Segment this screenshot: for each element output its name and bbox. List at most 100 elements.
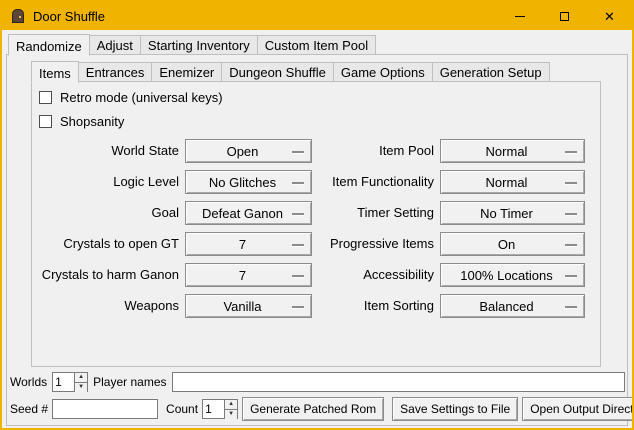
world-state-label: World State [35,139,185,163]
items-pane: Retro mode (universal keys) Shopsanity W… [31,81,601,367]
tab-game-options[interactable]: Game Options [333,62,433,82]
seed-row: Seed # Count ▲ ▼ Generate Patched Rom Sa… [10,396,625,422]
dropdown-indicator-icon [292,306,304,308]
retro-mode-checkbox[interactable] [39,91,52,104]
save-settings-button[interactable]: Save Settings to File [392,397,518,421]
player-names-input[interactable] [172,372,626,392]
tab-adjust[interactable]: Adjust [89,35,141,55]
outer-tab-strip: Randomize Adjust Starting Inventory Cust… [8,32,375,55]
tab-items[interactable]: Items [31,61,79,83]
count-label: Count [166,402,198,416]
dropdown-indicator-icon [292,244,304,246]
dropdown-indicator-icon [292,182,304,184]
world-state-value: Open [227,144,271,159]
dropdown-indicator-icon [565,244,577,246]
item-sorting-value: Balanced [479,299,545,314]
maximize-button[interactable] [542,2,587,30]
minimize-button[interactable] [497,2,542,30]
item-functionality-label: Item Functionality [312,170,440,194]
dropdown-indicator-icon [565,213,577,215]
titlebar[interactable]: Door Shuffle ✕ [2,2,632,30]
goal-label: Goal [35,201,185,225]
retro-mode-label: Retro mode (universal keys) [60,90,223,105]
player-names-label: Player names [93,375,166,389]
spin-down-icon[interactable]: ▼ [75,383,87,392]
world-state-dropdown[interactable]: Open [185,139,312,163]
item-sorting-label: Item Sorting [312,294,440,318]
spin-down-icon[interactable]: ▼ [225,410,237,419]
crystals-gt-label: Crystals to open GT [35,232,185,256]
maximize-icon [560,12,569,21]
count-input[interactable] [203,400,224,418]
progressive-items-label: Progressive Items [312,232,440,256]
item-functionality-dropdown[interactable]: Normal [440,170,585,194]
logic-level-label: Logic Level [35,170,185,194]
worlds-row: Worlds ▲ ▼ Player names [10,371,625,393]
timer-setting-value: No Timer [480,206,545,221]
item-pool-dropdown[interactable]: Normal [440,139,585,163]
shopsanity-row: Shopsanity [39,112,600,130]
crystals-gt-value: 7 [239,237,258,252]
dropdown-indicator-icon [292,275,304,277]
worlds-spin-arrows: ▲ ▼ [74,373,87,391]
retro-mode-row: Retro mode (universal keys) [39,88,600,106]
logic-level-value: No Glitches [209,175,288,190]
item-functionality-value: Normal [486,175,540,190]
tab-entrances[interactable]: Entrances [78,62,153,82]
minimize-icon [515,16,525,17]
inner-notebook: Items Entrances Enemizer Dungeon Shuffle… [31,59,601,367]
item-sorting-dropdown[interactable]: Balanced [440,294,585,318]
worlds-input[interactable] [53,373,74,391]
crystals-gt-dropdown[interactable]: 7 [185,232,312,256]
options-grid: World State Open Item Pool Normal Logic … [35,139,600,318]
tab-starting-inventory[interactable]: Starting Inventory [140,35,258,55]
app-window: Door Shuffle ✕ Randomize Adjust Starting… [0,0,634,430]
shopsanity-checkbox[interactable] [39,115,52,128]
shopsanity-label: Shopsanity [60,114,124,129]
worlds-spinner[interactable]: ▲ ▼ [52,372,88,392]
weapons-label: Weapons [35,294,185,318]
seed-input[interactable] [52,399,158,419]
dropdown-indicator-icon [292,151,304,153]
inner-tab-strip: Items Entrances Enemizer Dungeon Shuffle… [31,59,549,82]
close-icon: ✕ [604,10,615,23]
logic-level-dropdown[interactable]: No Glitches [185,170,312,194]
accessibility-dropdown[interactable]: 100% Locations [440,263,585,287]
open-output-directory-button[interactable]: Open Output Directory [522,397,634,421]
goal-value: Defeat Ganon [202,206,295,221]
weapons-dropdown[interactable]: Vanilla [185,294,312,318]
accessibility-value: 100% Locations [460,268,565,283]
spin-up-icon[interactable]: ▲ [225,400,237,410]
goal-dropdown[interactable]: Defeat Ganon [185,201,312,225]
dropdown-indicator-icon [565,182,577,184]
dropdown-indicator-icon [565,275,577,277]
item-pool-value: Normal [486,144,540,159]
tab-custom-item-pool[interactable]: Custom Item Pool [257,35,376,55]
progressive-items-dropdown[interactable]: On [440,232,585,256]
count-spin-arrows: ▲ ▼ [224,400,237,418]
accessibility-label: Accessibility [312,263,440,287]
crystals-ganon-dropdown[interactable]: 7 [185,263,312,287]
window-title: Door Shuffle [33,9,105,24]
seed-label: Seed # [10,402,48,416]
weapons-value: Vanilla [223,299,273,314]
timer-setting-dropdown[interactable]: No Timer [440,201,585,225]
generate-patched-rom-button[interactable]: Generate Patched Rom [242,397,384,421]
timer-setting-label: Timer Setting [312,201,440,225]
progressive-items-value: On [498,237,527,252]
dropdown-indicator-icon [292,213,304,215]
app-icon [10,8,26,24]
count-spinner[interactable]: ▲ ▼ [202,399,238,419]
dropdown-indicator-icon [565,151,577,153]
tab-dungeon-shuffle[interactable]: Dungeon Shuffle [221,62,334,82]
spin-up-icon[interactable]: ▲ [75,373,87,383]
close-button[interactable]: ✕ [587,2,632,30]
tab-generation-setup[interactable]: Generation Setup [432,62,550,82]
item-pool-label: Item Pool [312,139,440,163]
worlds-label: Worlds [10,375,47,389]
tab-randomize[interactable]: Randomize [8,34,90,56]
randomize-pane: Items Entrances Enemizer Dungeon Shuffle… [6,54,628,426]
tab-enemizer[interactable]: Enemizer [151,62,222,82]
crystals-ganon-label: Crystals to harm Ganon [35,263,185,287]
window-content: Randomize Adjust Starting Inventory Cust… [2,30,632,428]
